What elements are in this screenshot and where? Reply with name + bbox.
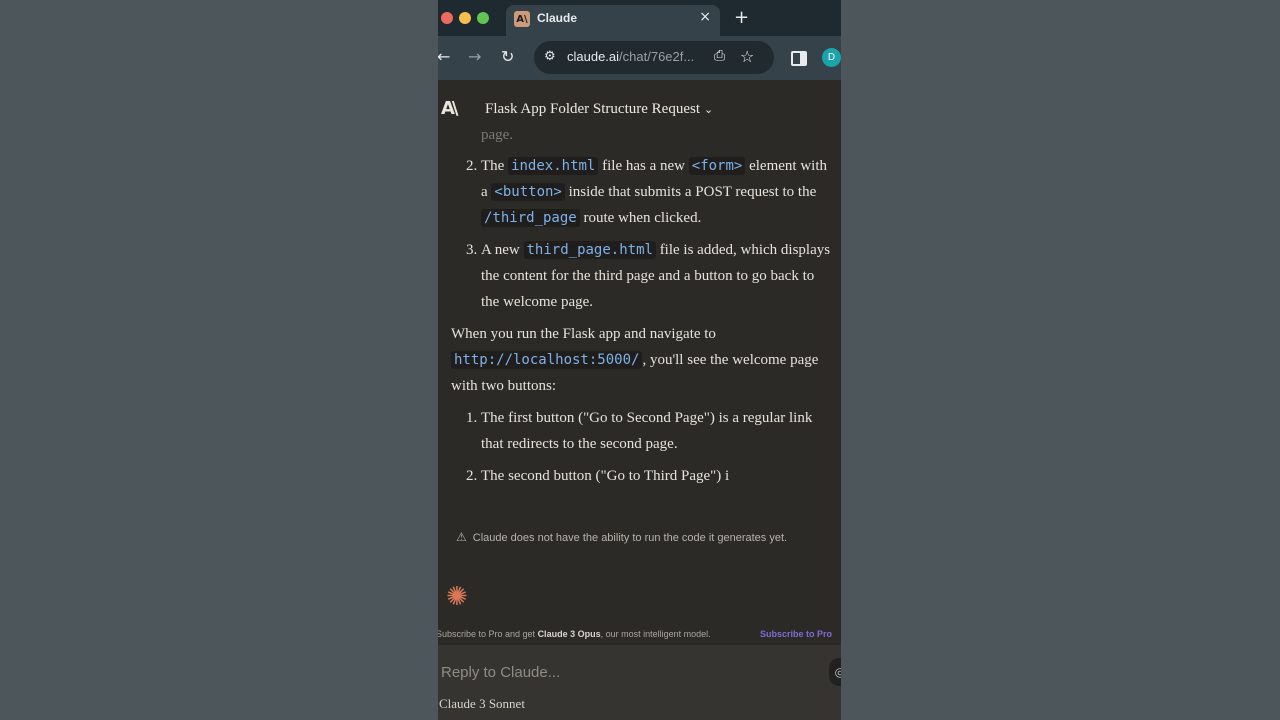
browser-toolbar: ← → ↻ ⚙ claude.ai/chat/76e2f... ⎙ ☆ D [438,36,841,80]
inline-code: index.html [508,157,599,175]
list-item: The first button ("Go to Second Page") i… [481,405,831,457]
pro-promo-banner: Subscribe to Pro and get Claude 3 Opus, … [438,625,841,645]
reply-composer: @ Claude 3 Sonnet [438,645,841,720]
buttons-list: The first button ("Go to Second Page") i… [451,405,831,489]
list-item: The index.html file has a new <form> ele… [481,153,831,231]
disclaimer-text: Claude does not have the ability to run … [472,532,788,544]
inline-code: /third_page [481,209,580,227]
address-bar[interactable]: ⚙ claude.ai/chat/76e2f... ⎙ ☆ [534,41,774,74]
model-selector[interactable]: Claude 3 Sonnet [439,696,525,712]
text-run: route when clicked. [579,210,702,226]
subscribe-pro-link[interactable]: Subscribe to Pro [760,629,832,639]
close-window-button[interactable] [441,12,453,24]
chevron-down-icon: ⌄ [703,104,714,116]
chat-title-text: Flask App Folder Structure Request [485,101,700,117]
reload-icon[interactable]: ↻ [501,47,514,66]
anthropic-logo-icon: A\ [514,11,530,27]
tab-claude[interactable]: A\ Claude × [506,5,720,36]
browser-window: A\ Claude × + ← → ↻ ⚙ claude.ai/chat/76e… [438,0,841,720]
promo-text: Subscribe to Pro and get Claude 3 Opus, … [438,629,711,639]
reply-input[interactable] [439,663,823,682]
chat-header: A\ Flask App Folder Structure Request ⌄ p… [438,80,841,143]
text-run: When you run the Flask app and navigate … [451,326,716,342]
install-app-icon[interactable]: ⎙ [714,48,725,64]
claude-logo-icon[interactable]: A\ [441,98,458,119]
site-info-icon[interactable]: ⚙ [544,49,556,64]
bookmark-star-icon[interactable]: ☆ [740,47,754,66]
chat-page: A\ Flask App Folder Structure Request ⌄ p… [438,80,841,720]
scrolled-text-fragment: page. [481,127,514,143]
text-run: file has a new [598,158,689,174]
promo-post: , our most intelligent model. [600,629,711,639]
new-tab-icon[interactable]: + [734,7,749,28]
minimize-window-button[interactable] [459,12,471,24]
promo-pre: Subscribe to Pro and get [438,629,538,639]
tab-strip: A\ Claude × + [438,0,841,36]
url-path: /chat/76e2f... [619,49,695,64]
warning-icon: ⚠ [456,530,467,544]
url-host: claude.ai [567,49,620,64]
left-background [0,0,438,720]
profile-avatar[interactable]: D [822,48,841,67]
text-run: inside that submits a POST request to th… [564,184,817,200]
tab-title: Claude [537,11,578,25]
close-tab-icon[interactable]: × [699,9,711,25]
disclaimer: ⚠ Claude does not have the ability to run… [456,530,787,544]
changes-list: The index.html file has a new <form> ele… [451,153,831,315]
list-item: The second button ("Go to Third Page") i [481,463,831,489]
claude-spark-icon: ✺ [446,582,468,612]
inline-code: <form> [688,157,746,175]
forward-arrow-icon[interactable]: → [468,47,481,66]
assistant-message: The index.html file has a new <form> ele… [451,153,831,495]
inline-code: third_page.html [523,241,656,259]
paragraph: When you run the Flask app and navigate … [451,321,831,399]
inline-code: http://localhost:5000/ [451,351,643,369]
chat-title[interactable]: Flask App Folder Structure Request ⌄ [485,101,713,118]
text-run: A new [481,242,524,258]
inline-code: <button> [491,183,565,201]
url-text: claude.ai/chat/76e2f... [567,49,694,64]
side-panel-icon[interactable] [791,51,807,66]
list-item: A new third_page.html file is added, whi… [481,237,831,315]
right-background [841,0,1280,720]
promo-model: Claude 3 Opus [537,629,601,639]
back-arrow-icon[interactable]: ← [438,47,450,66]
text-run: The [481,158,509,174]
zoom-window-button[interactable] [477,12,489,24]
attach-icon[interactable]: @ [829,658,841,686]
